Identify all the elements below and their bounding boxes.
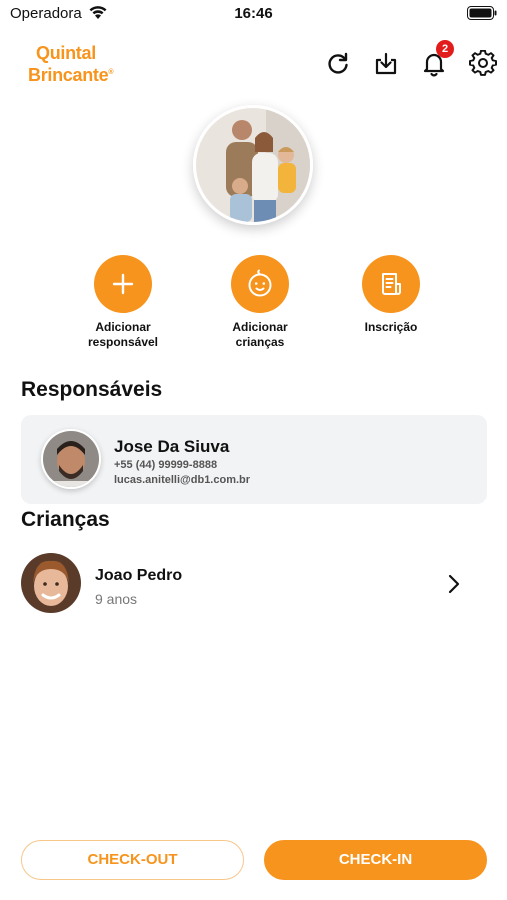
guardian-name: Jose Da Siuva <box>114 437 230 456</box>
child-age: 9 anos <box>95 591 138 607</box>
clock: 16:46 <box>234 5 273 22</box>
download-icon <box>375 52 397 75</box>
enrollment-button[interactable] <box>362 255 420 313</box>
document-icon <box>382 273 401 295</box>
add-guardian-action[interactable]: Adicionar responsável <box>68 255 178 350</box>
family-photo <box>193 105 313 225</box>
family-photo-image <box>196 108 310 222</box>
child-list-item[interactable]: Joao Pedro 9 anos <box>21 553 487 615</box>
guardian-avatar <box>41 429 101 489</box>
add-guardian-label: Adicionar responsável <box>87 320 159 349</box>
guardian-email: lucas.anitelli@db1.com.br <box>114 474 251 486</box>
logo-line2: Brincante® <box>28 65 114 85</box>
children-section-title: Crianças <box>21 508 110 531</box>
guardian-photo <box>43 431 99 487</box>
add-children-button[interactable] <box>231 255 289 313</box>
notifications-button[interactable]: 2 <box>420 40 454 78</box>
checkin-button[interactable]: CHECK-IN <box>264 840 487 880</box>
app-logo: Quintal Brincante® <box>28 44 113 85</box>
download-button[interactable] <box>372 50 400 78</box>
baby-face-icon <box>248 269 272 297</box>
refresh-icon <box>328 52 348 74</box>
add-children-action[interactable]: Adicionar crianças <box>205 255 315 350</box>
child-name: Joao Pedro <box>95 567 183 584</box>
settings-button[interactable] <box>469 49 497 78</box>
refresh-button[interactable] <box>324 50 352 78</box>
guardians-section-title: Responsáveis <box>21 378 163 401</box>
guardian-card[interactable]: Jose Da Siuva +55 (44) 99999-8888 lucas.… <box>21 415 487 504</box>
logo-line1: Quintal <box>36 43 96 63</box>
child-avatar <box>21 553 81 613</box>
child-photo <box>21 553 81 613</box>
gear-icon <box>469 49 497 76</box>
enrollment-label: Inscrição <box>364 320 418 334</box>
add-guardian-button[interactable] <box>94 255 152 313</box>
plus-icon <box>112 273 134 295</box>
chevron-right-icon[interactable] <box>447 573 461 595</box>
status-bar: Operadora 16:46 <box>0 0 507 30</box>
notification-badge: 2 <box>436 40 454 58</box>
guardian-phone: +55 (44) 99999-8888 <box>114 459 218 471</box>
battery-icon <box>467 6 497 20</box>
add-children-label: Adicionar crianças <box>232 320 288 349</box>
checkout-button[interactable]: CHECK-OUT <box>21 840 244 880</box>
enrollment-action[interactable]: Inscrição <box>336 255 446 335</box>
